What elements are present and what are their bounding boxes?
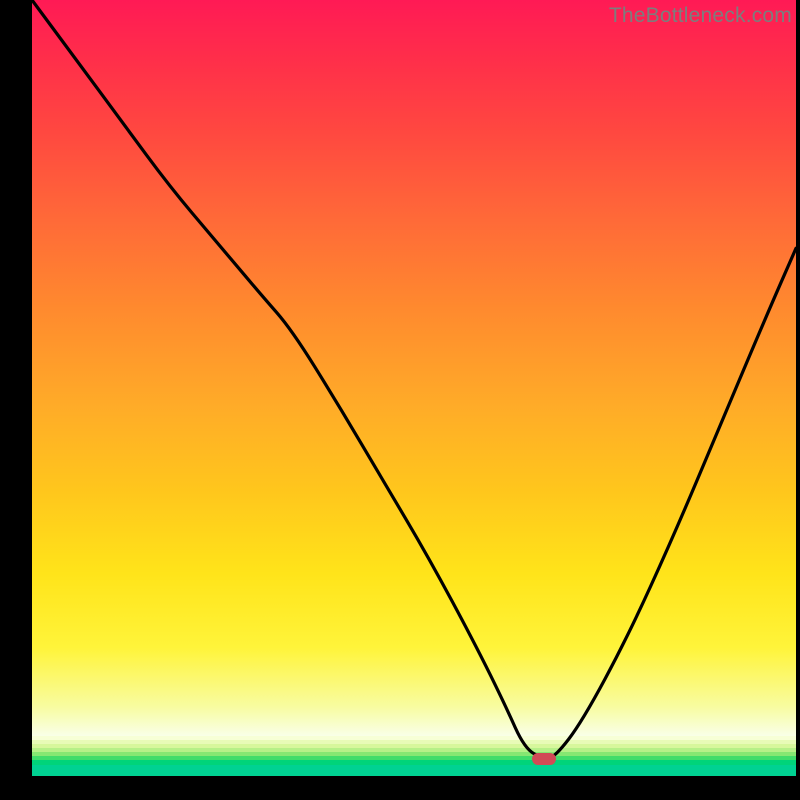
band-7 xyxy=(32,765,796,776)
chart-frame: TheBottleneck.com xyxy=(0,0,800,800)
bottom-color-bands xyxy=(32,736,796,776)
plot-area xyxy=(32,0,796,776)
background-gradient xyxy=(32,0,796,736)
watermark-text: TheBottleneck.com xyxy=(609,4,792,28)
optimal-point-marker xyxy=(532,753,556,765)
